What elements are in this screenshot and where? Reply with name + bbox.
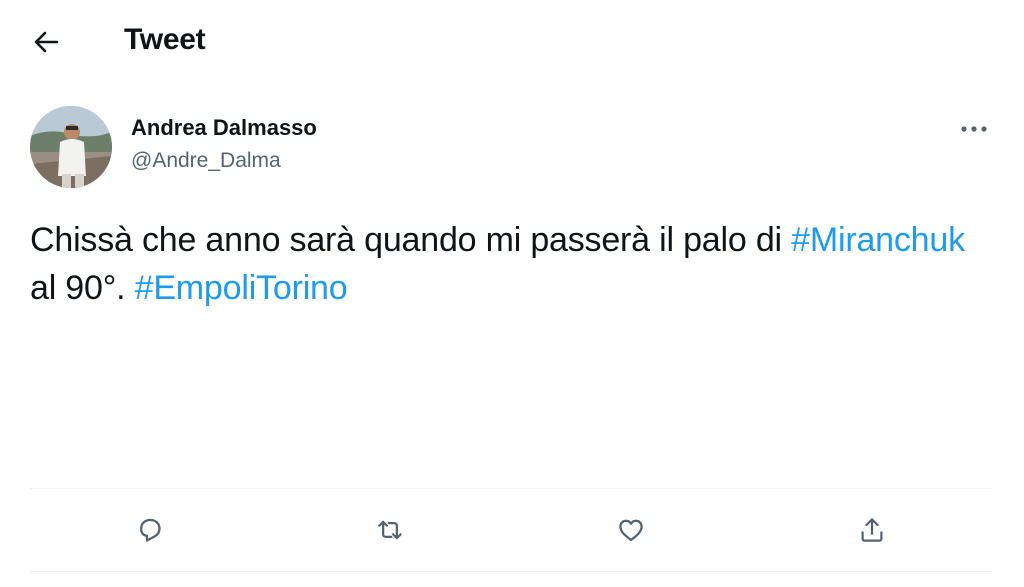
share-button[interactable]: [852, 510, 892, 550]
author-handle[interactable]: @Andre_Dalma: [131, 148, 281, 174]
hashtag-link[interactable]: #EmpoliTorino: [135, 269, 348, 307]
back-button[interactable]: [26, 22, 66, 62]
avatar[interactable]: [30, 106, 112, 188]
like-button[interactable]: [611, 510, 651, 550]
divider: [30, 488, 992, 489]
author-name[interactable]: Andrea Dalmasso: [131, 115, 317, 141]
page-title: Tweet: [124, 23, 206, 56]
more-options-button[interactable]: [952, 112, 996, 146]
tweet-text-part: Chissà che anno sarà quando mi passerà i…: [30, 221, 792, 259]
hashtag-link[interactable]: #Miranchuk: [791, 221, 965, 259]
top-bar: Tweet: [0, 0, 1024, 82]
more-horizontal-icon: [961, 126, 987, 132]
retweet-button[interactable]: [370, 510, 410, 550]
heart-icon: [619, 519, 643, 542]
retweet-icon: [378, 520, 402, 540]
tweet-text: Chissà che anno sarà quando mi passerà i…: [30, 216, 990, 312]
share-icon: [861, 518, 883, 542]
reply-icon: [140, 518, 161, 542]
avatar-photo: [30, 106, 112, 188]
arrow-left-icon: [34, 31, 59, 53]
tweet-text-part: al 90°.: [30, 269, 135, 307]
tweet-page: Tweet Andrea Dalmasso @Andre_Dalma Chiss…: [0, 0, 1024, 587]
reply-button[interactable]: [130, 510, 170, 550]
divider: [30, 571, 992, 572]
